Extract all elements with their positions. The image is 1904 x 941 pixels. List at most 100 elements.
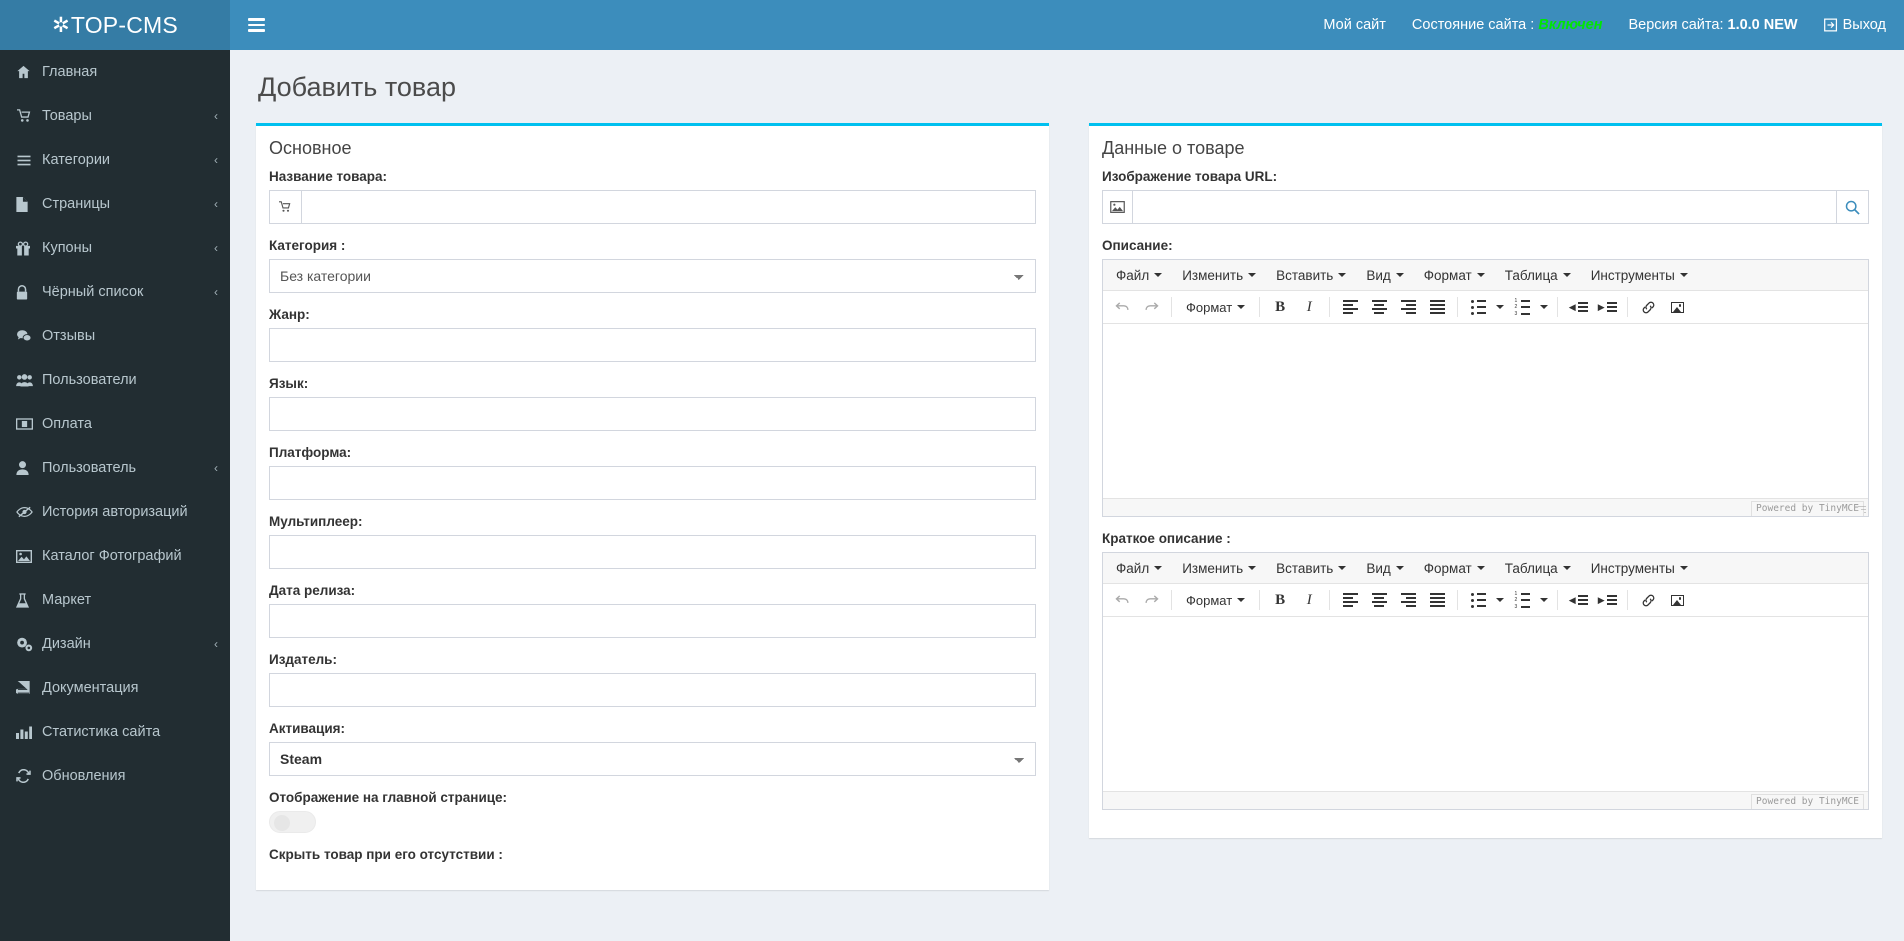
italic-button[interactable]: I xyxy=(1295,587,1323,613)
link-icon[interactable] xyxy=(1634,294,1662,320)
align-right-icon[interactable] xyxy=(1394,587,1422,613)
menu-file[interactable]: Файл xyxy=(1107,265,1171,286)
category-select[interactable]: Без категории xyxy=(269,259,1036,293)
indent-icon[interactable]: ▶ xyxy=(1593,587,1621,613)
numbered-list-split[interactable]: 123 xyxy=(1508,294,1551,320)
image-search-button[interactable] xyxy=(1836,190,1869,224)
image-icon[interactable] xyxy=(1663,587,1691,613)
outdent-icon[interactable]: ◀ xyxy=(1564,587,1592,613)
menu-edit[interactable]: Изменить xyxy=(1173,265,1265,286)
sidebar-item-otzyvy[interactable]: Отзывы xyxy=(0,314,230,358)
sidebar-item-dokumentaciya[interactable]: Документация xyxy=(0,666,230,710)
undo-icon[interactable] xyxy=(1108,587,1136,613)
mainpage-toggle[interactable] xyxy=(269,811,316,833)
menu-tools[interactable]: Инструменты xyxy=(1582,558,1697,579)
my-site-link[interactable]: Мой сайт xyxy=(1323,17,1386,33)
sidebar-item-polzovateli[interactable]: Пользователи xyxy=(0,358,230,402)
activation-select[interactable]: Steam xyxy=(269,742,1036,776)
menu-insert[interactable]: Вставить xyxy=(1267,265,1355,286)
logout-button[interactable]: Выход xyxy=(1823,17,1886,33)
site-state-value: Включен xyxy=(1538,17,1603,33)
menu-table[interactable]: Таблица xyxy=(1496,265,1580,286)
site-state-label: Состояние сайта : xyxy=(1411,17,1535,33)
menu-edit[interactable]: Изменить xyxy=(1173,558,1265,579)
sidebar-item-oplata[interactable]: Оплата xyxy=(0,402,230,446)
sidebar-item-istoriya-avtorizaciy[interactable]: История авторизаций xyxy=(0,490,230,534)
menu-format[interactable]: Формат xyxy=(1415,558,1494,579)
menu-file[interactable]: Файл xyxy=(1107,558,1171,579)
align-left-icon[interactable] xyxy=(1336,587,1364,613)
menu-table[interactable]: Таблица xyxy=(1496,558,1580,579)
numbered-list-icon[interactable]: 123 xyxy=(1508,294,1536,320)
chevron-down-icon xyxy=(1562,566,1571,570)
format-dropdown[interactable]: Формат xyxy=(1178,297,1253,318)
description-resize-handle[interactable] xyxy=(1856,504,1866,514)
align-left-icon[interactable] xyxy=(1336,294,1364,320)
main-content: Добавить товар Основное Название товара: xyxy=(230,50,1904,941)
italic-button[interactable]: I xyxy=(1295,294,1323,320)
sidebar-item-tovary[interactable]: Товары ‹ xyxy=(0,94,230,138)
image-url-input[interactable] xyxy=(1132,190,1837,224)
bullet-list-icon[interactable] xyxy=(1464,587,1492,613)
sidebar-item-obnovleniya[interactable]: Обновления xyxy=(0,754,230,798)
bullet-list-split[interactable] xyxy=(1464,587,1507,613)
outdent-icon[interactable]: ◀ xyxy=(1564,294,1592,320)
menu-view[interactable]: Вид xyxy=(1357,265,1412,286)
indent-icon[interactable]: ▶ xyxy=(1593,294,1621,320)
panel-title: Основное xyxy=(269,138,352,158)
product-name-input[interactable] xyxy=(300,190,1036,224)
panel-header: Основное xyxy=(256,126,1049,165)
numbered-list-split[interactable]: 123 xyxy=(1508,587,1551,613)
picture-icon xyxy=(16,549,42,563)
numbered-list-chevron-down-icon[interactable] xyxy=(1536,294,1551,320)
bullet-list-chevron-down-icon[interactable] xyxy=(1492,294,1507,320)
sidebar-item-katalog-fotografiy[interactable]: Каталог Фотографий xyxy=(0,534,230,578)
menu-insert[interactable]: Вставить xyxy=(1267,558,1355,579)
link-icon[interactable] xyxy=(1634,587,1662,613)
sidebar-item-chernyy-spisok[interactable]: Чёрный список ‹ xyxy=(0,270,230,314)
bullet-list-split[interactable] xyxy=(1464,294,1507,320)
align-justify-icon[interactable] xyxy=(1423,294,1451,320)
sidebar-item-kategorii[interactable]: Категории ‹ xyxy=(0,138,230,182)
short-description-edit-area[interactable] xyxy=(1103,617,1868,791)
redo-icon[interactable] xyxy=(1137,587,1165,613)
sidebar-item-market[interactable]: Маркет xyxy=(0,578,230,622)
sidebar-item-kupony[interactable]: Купоны ‹ xyxy=(0,226,230,270)
align-center-icon[interactable] xyxy=(1365,587,1393,613)
bold-button[interactable]: B xyxy=(1266,587,1294,613)
sidebar-item-stranicy[interactable]: Страницы ‹ xyxy=(0,182,230,226)
field-group-platform: Платформа: xyxy=(269,445,1036,500)
sidebar-item-statistika-sayta[interactable]: Статистика сайта xyxy=(0,710,230,754)
numbered-list-chevron-down-icon[interactable] xyxy=(1536,587,1551,613)
platform-input[interactable] xyxy=(269,466,1036,500)
description-edit-area[interactable] xyxy=(1103,324,1868,498)
language-input[interactable] xyxy=(269,397,1036,431)
release-date-input[interactable] xyxy=(269,604,1036,638)
menu-tools[interactable]: Инструменты xyxy=(1582,265,1697,286)
hide-product-label: Скрыть товар при его отсутствии : xyxy=(269,847,503,862)
menu-view[interactable]: Вид xyxy=(1357,558,1412,579)
menu-label: Таблица xyxy=(1504,267,1558,283)
multiplayer-input[interactable] xyxy=(269,535,1036,569)
sidebar-item-label: Обновления xyxy=(42,768,126,784)
sidebar-item-polzovatel[interactable]: Пользователь ‹ xyxy=(0,446,230,490)
genre-input[interactable] xyxy=(269,328,1036,362)
align-justify-icon[interactable] xyxy=(1423,587,1451,613)
align-center-icon[interactable] xyxy=(1365,294,1393,320)
format-dropdown[interactable]: Формат xyxy=(1178,590,1253,611)
brand-logo[interactable]: ✲ TOP-CMS xyxy=(0,0,230,50)
numbered-list-icon[interactable]: 123 xyxy=(1508,587,1536,613)
image-icon[interactable] xyxy=(1663,294,1691,320)
eye-slash-icon xyxy=(16,506,42,518)
bold-button[interactable]: B xyxy=(1266,294,1294,320)
publisher-input[interactable] xyxy=(269,673,1036,707)
undo-icon[interactable] xyxy=(1108,294,1136,320)
redo-icon[interactable] xyxy=(1137,294,1165,320)
bullet-list-icon[interactable] xyxy=(1464,294,1492,320)
menu-format[interactable]: Формат xyxy=(1415,265,1494,286)
sidebar-toggle-button[interactable] xyxy=(230,0,282,50)
align-right-icon[interactable] xyxy=(1394,294,1422,320)
bullet-list-chevron-down-icon[interactable] xyxy=(1492,587,1507,613)
sidebar-item-dizayn[interactable]: Дизайн ‹ xyxy=(0,622,230,666)
sidebar-item-glavnaya[interactable]: Главная xyxy=(0,50,230,94)
